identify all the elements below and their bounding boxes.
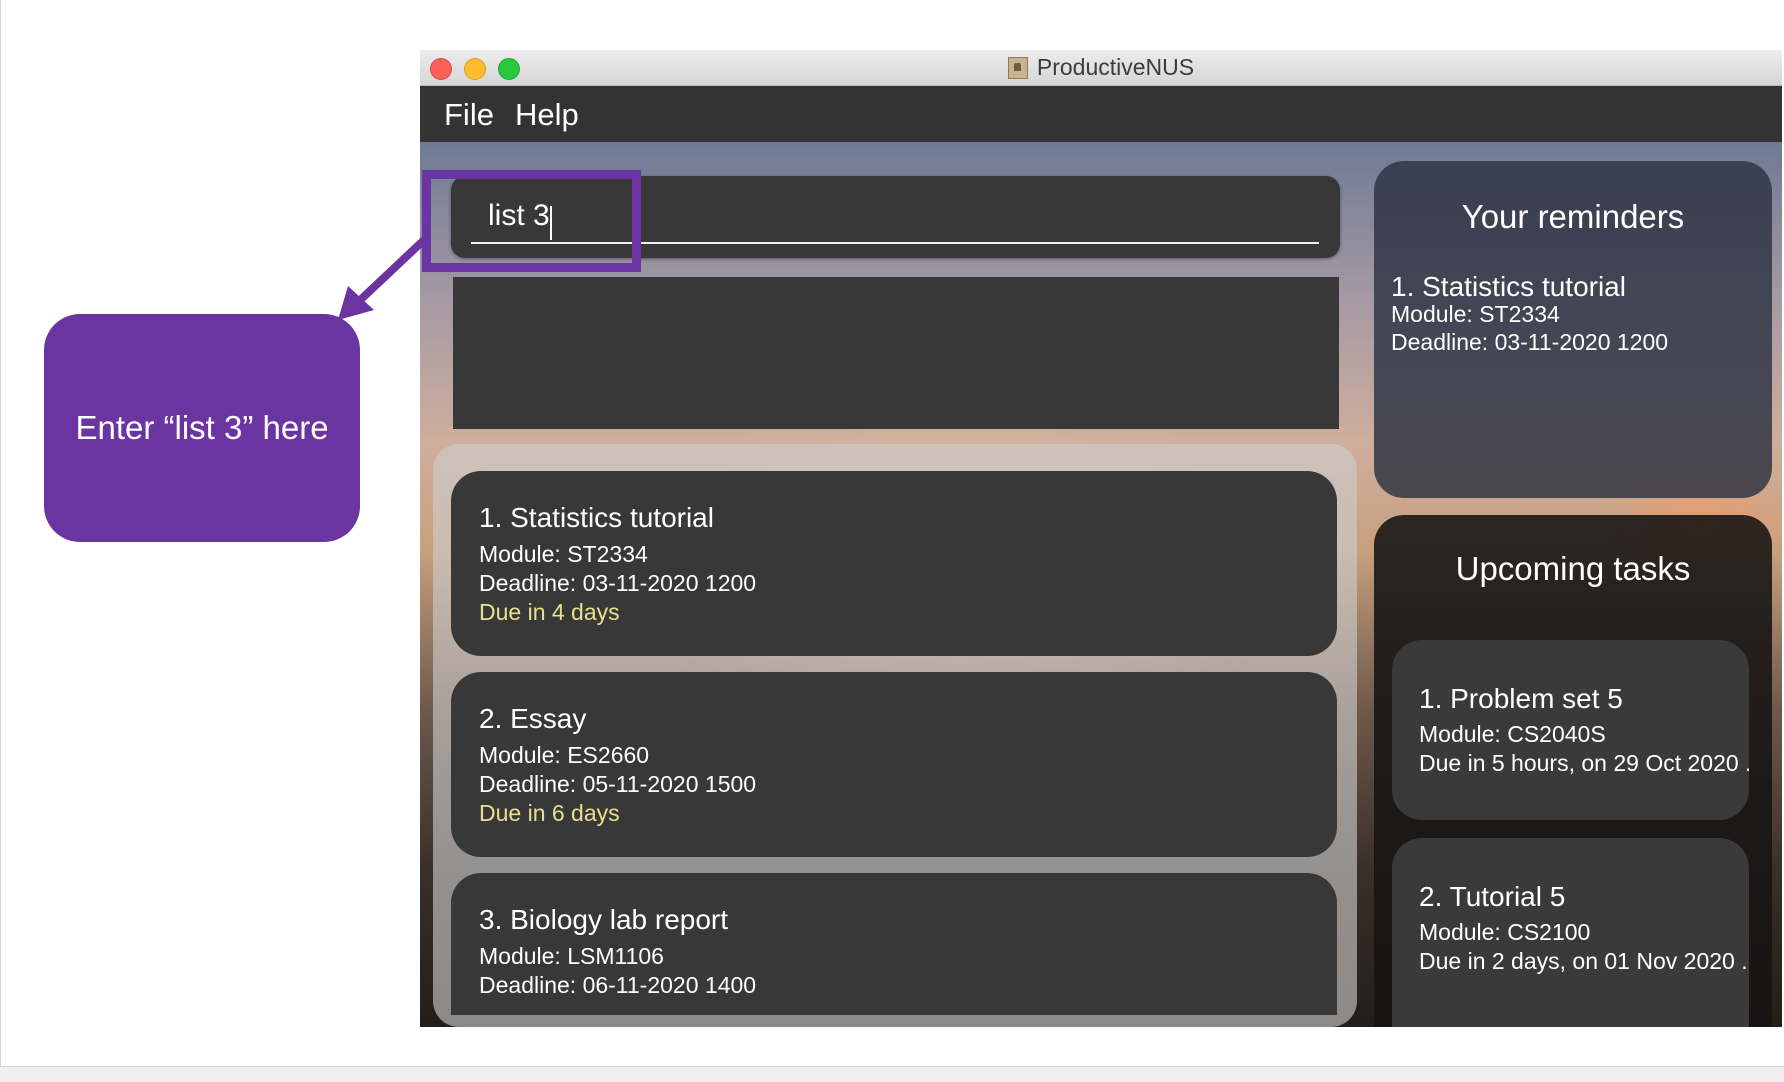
menu-help[interactable]: Help [515,97,579,133]
task-list-panel[interactable]: 1. Statistics tutorial Module: ST2334 De… [433,444,1357,1027]
task-module: Module: LSM1106 [479,943,664,969]
menu-file[interactable]: File [444,97,494,133]
annotation-arrow-icon [338,237,427,320]
task-due: Due in 6 days [479,800,620,826]
reminder-title: 1. Statistics tutorial [1391,271,1626,302]
task-due: Due in 4 days [479,599,620,625]
reminders-heading: Your reminders [1461,198,1685,235]
task-title: 3. Biology lab report [479,904,729,935]
reminder-module: Module: ST2334 [1391,301,1560,327]
menu-bar: File Help [420,86,1782,142]
upcoming-task-card[interactable]: 1. Problem set 5 Module: CS2040S Due in … [1392,640,1749,820]
page-left-border [0,0,1,1081]
command-highlight-box [422,170,641,272]
upcoming-task-module: Module: CS2040S [1419,721,1606,747]
task-deadline: Deadline: 06-11-2020 1400 [479,972,757,998]
window-title: ProductiveNUS [1036,54,1195,80]
app-document-icon [1007,56,1028,79]
task-deadline: Deadline: 03-11-2020 1200 [479,570,757,596]
upcoming-tasks-panel: Upcoming tasks 1. Problem set 5 Module: … [1374,515,1772,1027]
result-display [453,277,1339,429]
task-card[interactable]: 1. Statistics tutorial Module: ST2334 De… [451,471,1337,656]
task-title: 2. Essay [479,703,587,734]
title-bar: ProductiveNUS [420,50,1782,86]
reminder-deadline: Deadline: 03-11-2020 1200 [1391,329,1669,355]
upcoming-task-due: Due in 5 hours, on 29 Oct 2020 ... [1419,750,1749,776]
main-content: 1. Statistics tutorial Module: ST2334 De… [420,142,1782,1027]
page-bottom-strip [0,1066,1784,1082]
window-title-wrap: ProductiveNUS [420,50,1782,85]
upcoming-task-module: Module: CS2100 [1419,919,1591,945]
reminders-panel: Your reminders 1. Statistics tutorial Mo… [1374,161,1772,498]
task-title: 1. Statistics tutorial [479,502,714,533]
upcoming-task-due: Due in 2 days, on 01 Nov 2020 ... [1419,948,1749,974]
upcoming-task-title: 1. Problem set 5 [1419,683,1623,714]
upcoming-task-title: 2. Tutorial 5 [1419,881,1566,912]
task-card[interactable]: 2. Essay Module: ES2660 Deadline: 05-11-… [451,672,1337,857]
annotation-callout: Enter “list 3” here [44,314,360,542]
task-deadline: Deadline: 05-11-2020 1500 [479,771,757,797]
task-module: Module: ST2334 [479,541,648,567]
task-card[interactable]: 3. Biology lab report Module: LSM1106 De… [451,873,1337,1015]
upcoming-task-card[interactable]: 2. Tutorial 5 Module: CS2100 Due in 2 da… [1392,838,1749,1027]
upcoming-heading: Upcoming tasks [1455,550,1691,587]
task-module: Module: ES2660 [479,742,650,768]
